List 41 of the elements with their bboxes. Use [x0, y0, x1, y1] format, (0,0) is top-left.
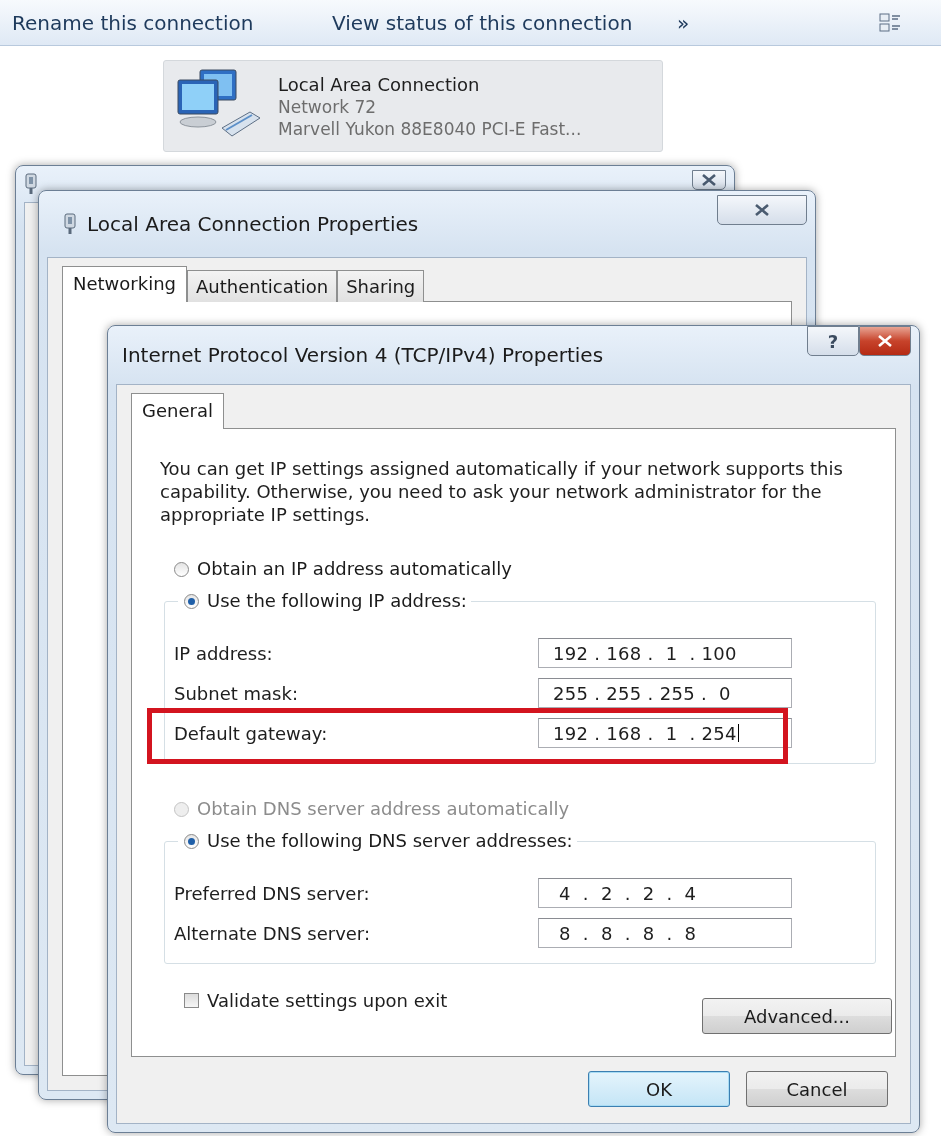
- field-label: IP address:: [174, 642, 273, 664]
- field-label: Preferred DNS server:: [174, 882, 370, 904]
- view-options-icon[interactable]: [879, 11, 901, 34]
- tab[interactable]: Authentication: [187, 270, 338, 302]
- connection-tile[interactable]: Local Area Connection Network 72 Marvell Yukon 88E8040 PCI-E Fast...: [163, 60, 663, 152]
- command-link[interactable]: Rename this connection: [12, 10, 332, 35]
- tab[interactable]: Networking: [62, 266, 187, 302]
- close-icon: [701, 174, 717, 186]
- radio-option[interactable]: Use the following IP address:: [184, 590, 467, 612]
- window-title: Local Area Connection Properties: [87, 212, 419, 236]
- close-button[interactable]: [859, 326, 911, 356]
- command-link[interactable]: View status of this connection: [332, 10, 677, 35]
- connection-name: Local Area Connection: [278, 73, 481, 95]
- field-label: Subnet mask:: [174, 682, 298, 704]
- help-button[interactable]: ?: [807, 326, 859, 356]
- ip-address-field[interactable]: 4 . 2 . 2 . 4: [538, 878, 792, 908]
- ok-button[interactable]: OK: [588, 1071, 730, 1107]
- close-button[interactable]: [692, 170, 726, 190]
- adapter-name: Marvell Yukon 88E8040 PCI-E Fast...: [278, 118, 582, 139]
- ip-address-field[interactable]: 255 . 255 . 255 . 0: [538, 678, 792, 708]
- more-commands-link[interactable]: »: [677, 10, 707, 35]
- tab[interactable]: Sharing: [337, 270, 425, 302]
- advanced-button[interactable]: Advanced...: [702, 998, 892, 1034]
- close-icon: [754, 204, 770, 216]
- network-name: Network 72: [278, 96, 377, 117]
- field-label: Alternate DNS server:: [174, 922, 371, 944]
- ip-address-field[interactable]: 192 . 168 . 1 . 100: [538, 638, 792, 668]
- radio-option[interactable]: Obtain an IP address automatically: [174, 558, 512, 580]
- network-adapter-icon: [24, 173, 38, 195]
- field-label: Default gateway:: [174, 722, 328, 744]
- window-title: Internet Protocol Version 4 (TCP/IPv4) Properties: [122, 343, 604, 367]
- tab[interactable]: General: [131, 393, 224, 429]
- network-adapter-icon: [63, 213, 77, 235]
- radio-option[interactable]: Use the following DNS server addresses:: [184, 830, 573, 852]
- ip-address-field[interactable]: 8 . 8 . 8 . 8: [538, 918, 792, 948]
- close-button[interactable]: [717, 195, 807, 225]
- validate-checkbox[interactable]: Validate settings upon exit: [184, 990, 448, 1011]
- description-text: You can get IP settings assigned automatically if your network supports this capability. Otherwise, you need to ask your network administrator for the appropriate IP settings.: [160, 457, 844, 526]
- cancel-button[interactable]: Cancel: [746, 1071, 888, 1107]
- close-icon: [877, 335, 893, 347]
- ip-address-field[interactable]: 192 . 168 . 1 . 254: [538, 718, 792, 748]
